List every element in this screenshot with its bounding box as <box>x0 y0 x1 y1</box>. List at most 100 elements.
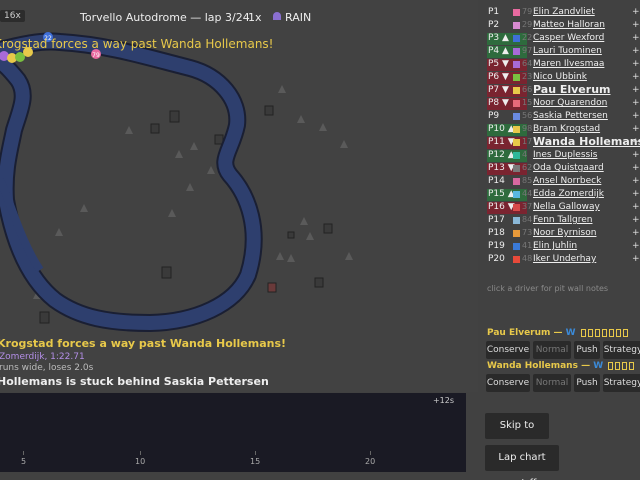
position-label: P16 ▼ <box>487 202 527 214</box>
pit-wall-title: Pau Elverum — W <box>487 328 628 338</box>
gap-value: +8 <box>632 163 640 173</box>
gap-value: +1 <box>632 228 640 238</box>
standings-row[interactable]: P13 ▼62Oda Quistgaard+8 <box>482 162 640 175</box>
position-label: P14 <box>488 176 505 186</box>
team-color-swatch <box>513 139 520 146</box>
umbrella-icon <box>273 12 281 20</box>
push-button[interactable]: Push <box>574 374 600 392</box>
lap-chart-tickmark <box>23 451 24 455</box>
push-button[interactable]: Push <box>574 341 600 359</box>
team-color-swatch <box>513 243 520 250</box>
gap-value: + <box>632 7 640 17</box>
driver-name-link[interactable]: Lauri Tuominen <box>533 46 602 56</box>
feed-line: runs wide, loses 2.0s <box>0 363 94 373</box>
standings-row[interactable]: P7 ▼66Pau Elverum+5 <box>482 83 640 97</box>
normal-button[interactable]: Normal <box>533 341 571 359</box>
strategy-button[interactable]: Strategy <box>603 374 640 392</box>
standings-row[interactable]: P15 ▲44Edda Zomerdijk+9 <box>482 188 640 201</box>
building <box>169 110 180 123</box>
team-color-swatch <box>513 191 520 198</box>
gap-value: +7 <box>632 124 640 134</box>
driver-name-link[interactable]: Ines Duplessis <box>533 150 597 160</box>
standings-row[interactable]: P1873Noor Byrnison+1 <box>482 227 640 240</box>
standings-row[interactable]: P1941Elin Juhlin+1 <box>482 240 640 253</box>
sim-speed-chip[interactable]: 16x <box>0 10 25 22</box>
lap-chart-tick: 10 <box>135 457 146 466</box>
strategy-button[interactable]: Strategy <box>603 341 640 359</box>
standings-row[interactable]: P8 ▼15Noor Quarendon+6 <box>482 97 640 110</box>
gap-value: +7 <box>632 150 640 160</box>
pit-wall-title: Wanda Hollemans — W <box>487 361 635 371</box>
driver-name-link[interactable]: Oda Quistgaard <box>533 163 604 173</box>
gap-value: +1 <box>632 241 640 251</box>
standings-hint: click a driver for pit wall notes <box>487 284 609 293</box>
position-label: P5 ▼ <box>487 59 527 71</box>
conserve-button[interactable]: Conserve <box>486 374 530 392</box>
gap-value: +4 <box>632 72 640 82</box>
driver-name-link[interactable]: Pau Elverum <box>533 83 610 96</box>
team-color-swatch <box>513 178 520 185</box>
track-view[interactable]: 22 79 16x Torvello Autodrome — lap 3/24 1… <box>0 0 478 392</box>
standings-row[interactable]: P1 79 Elin Zandvliet + <box>482 6 640 19</box>
position-label: P17 <box>488 215 505 225</box>
team-color-swatch <box>513 165 520 172</box>
position-label: P8 ▼ <box>487 98 527 110</box>
gap-value: +4 <box>632 20 640 30</box>
event-headline: Krogstad forces a way past Wanda Hollema… <box>0 37 274 51</box>
standings-row[interactable]: P12 ▲4Ines Duplessis+7 <box>482 149 640 162</box>
conserve-button[interactable]: Conserve <box>486 341 530 359</box>
driver-name-link[interactable]: Wanda Hollemans <box>533 135 640 148</box>
driver-name-link[interactable]: Bram Krogstad <box>533 124 600 134</box>
standings-row[interactable]: P229Matteo Halloran+4 <box>482 19 640 32</box>
driver-name-link[interactable]: Matteo Halloran <box>533 20 605 30</box>
driver-name-link[interactable]: Saskia Pettersen <box>533 111 608 121</box>
skip-to-finish-button[interactable]: Skip to finish <box>485 413 549 457</box>
driver-name-link[interactable]: Elin Juhlin <box>533 241 577 251</box>
driver-name-link[interactable]: Nella Galloway <box>533 202 600 212</box>
gap-value: +4 <box>632 59 640 69</box>
building <box>161 266 172 279</box>
gap-value: +7 <box>632 137 640 147</box>
standings-row[interactable]: P1485Ansel Norrbeck+8 <box>482 175 640 188</box>
standings-row[interactable]: P5 ▼64Maren Ilvesmaa+4 <box>482 58 640 71</box>
standings-row[interactable]: P4 ▲97Lauri Tuominen+4 <box>482 45 640 58</box>
position-label: P15 ▲ <box>487 189 527 201</box>
standings-row[interactable]: P1784Fenn Tallgren+1 <box>482 214 640 227</box>
lap-chart-toggle-button[interactable]: Lap chart on/off <box>485 445 559 480</box>
driver-name-link[interactable]: Nico Ubbink <box>533 72 587 82</box>
standings-row[interactable]: P2048Iker Underhay+1 <box>482 253 640 266</box>
team-color-swatch <box>513 74 520 81</box>
driver-name-link[interactable]: Edda Zomerdijk <box>533 189 604 199</box>
driver-name-link[interactable]: Elin Zandvliet <box>533 7 595 17</box>
position-label: P6 ▼ <box>487 72 527 84</box>
standings-list: P179Elin Zandvliet+P229Matteo Halloran+4… <box>482 6 640 266</box>
gap-value: +4 <box>632 33 640 43</box>
lap-chart-tick: 15 <box>250 457 261 466</box>
normal-button[interactable]: Normal <box>533 374 571 392</box>
driver-name-link[interactable]: Casper Wexford <box>533 33 604 43</box>
speed-label[interactable]: 1x <box>248 11 262 24</box>
driver-name-link[interactable]: Noor Byrnison <box>533 228 596 238</box>
gap-value: +5 <box>632 85 640 95</box>
driver-name-link[interactable]: Noor Quarendon <box>533 98 607 108</box>
standings-row[interactable]: P3 ▲22Casper Wexford+4 <box>482 32 640 45</box>
lap-chart-gap-label: +12s <box>432 396 454 405</box>
team-color-swatch <box>513 230 520 237</box>
tyre-indicator: W <box>565 328 576 338</box>
gap-value: +1 <box>632 254 640 264</box>
gap-value: +7 <box>632 111 640 121</box>
trees <box>33 85 353 299</box>
driver-name-link[interactable]: Maren Ilvesmaa <box>533 59 604 69</box>
standings-row[interactable]: P11 ▼17Wanda Hollemans+7 <box>482 135 640 149</box>
position-label: P2 <box>488 20 500 30</box>
building <box>214 134 224 145</box>
position-label: P10 ▲ <box>487 124 527 136</box>
standings-row[interactable]: P16 ▼37Nella Galloway+1 <box>482 201 640 214</box>
driver-name-link[interactable]: Ansel Norrbeck <box>533 176 601 186</box>
feed-line: Zomerdijk, 1:22.71 <box>0 352 85 362</box>
gap-value: +6 <box>632 98 640 108</box>
driver-name-link[interactable]: Iker Underhay <box>533 254 596 264</box>
standings-row[interactable]: P956Saskia Pettersen+7 <box>482 110 640 123</box>
driver-name-link[interactable]: Fenn Tallgren <box>533 215 592 225</box>
gap-value: +9 <box>632 189 640 199</box>
